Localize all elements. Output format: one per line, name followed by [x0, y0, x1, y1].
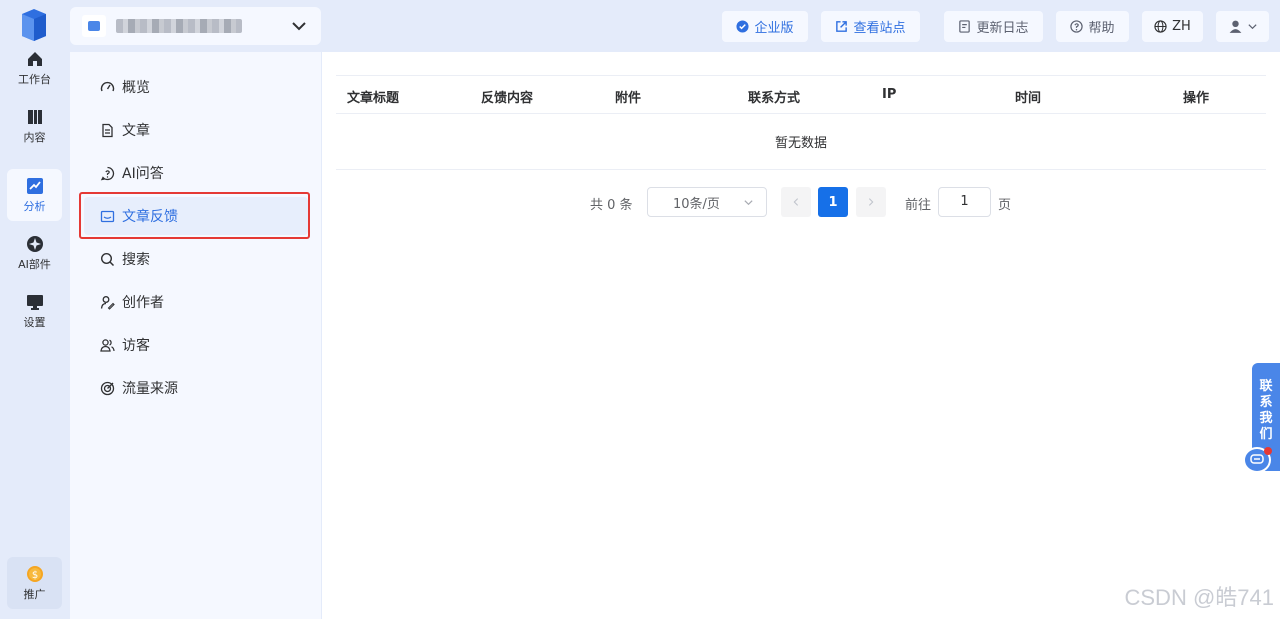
book-icon: [27, 109, 42, 124]
contact-char: 我: [1259, 411, 1273, 426]
changelog-button[interactable]: 更新日志: [944, 11, 1043, 42]
chat-bubble-button[interactable]: [1243, 447, 1272, 473]
page-unit-label: 页: [998, 198, 1012, 213]
rail-item-label: 内容: [23, 130, 46, 144]
chevron-down-icon: [1247, 24, 1257, 30]
gauge-icon: [100, 81, 115, 91]
help-button[interactable]: 帮助: [1056, 11, 1129, 42]
next-page-button[interactable]: [856, 187, 886, 217]
subnav-item-label: 文章反馈: [122, 209, 178, 225]
subnav-item-visitors[interactable]: 访客: [84, 326, 308, 364]
site-selector[interactable]: [70, 7, 321, 45]
pagination-total: 共 0 条: [590, 198, 633, 213]
page-size-select[interactable]: 10条/页: [647, 187, 767, 217]
contact-char: 系: [1259, 395, 1273, 410]
chat-icon: [1250, 454, 1264, 464]
subnav-item-search[interactable]: 搜索: [84, 240, 308, 278]
subnav-item-label: 访客: [122, 338, 150, 354]
left-rail: 工作台 内容 分析 AI部件 设置 $ 推广: [0, 0, 69, 619]
rail-item-settings[interactable]: 设置: [7, 285, 62, 337]
column-header: 时间: [1015, 91, 1042, 106]
help-label: 帮助: [1088, 21, 1115, 36]
watermark: CSDN @皓741: [1124, 585, 1275, 610]
coin-icon: $: [26, 565, 43, 582]
external-link-icon: [836, 21, 848, 32]
subnav-item-ai-qa[interactable]: AI问答: [84, 154, 308, 192]
language-label: ZH: [1172, 19, 1191, 34]
feedback-icon: [100, 210, 115, 222]
rail-item-label: 工作台: [18, 72, 51, 86]
author-icon: [100, 295, 115, 310]
rail-item-label: AI部件: [18, 257, 51, 271]
subnav-item-creators[interactable]: 创作者: [84, 283, 308, 321]
chevron-right-icon: [868, 198, 874, 206]
subnav-item-label: 创作者: [122, 295, 164, 311]
enterprise-label: 企业版: [754, 21, 794, 36]
page-size-value: 10条/页: [673, 196, 720, 212]
site-logo: [82, 15, 106, 37]
chart-icon: [26, 177, 43, 194]
goto-page-input[interactable]: 1: [938, 187, 991, 217]
changelog-icon: [959, 20, 971, 33]
column-header: IP: [882, 87, 897, 102]
subnav-item-traffic-sources[interactable]: 流量来源: [84, 369, 308, 407]
contact-char: 们: [1259, 427, 1273, 442]
subnav-item-label: 搜索: [122, 252, 150, 268]
enterprise-button[interactable]: 企业版: [722, 11, 808, 42]
visitors-icon: [100, 338, 115, 352]
goto-label: 前往: [905, 198, 932, 213]
home-icon: [27, 51, 42, 66]
column-header: 附件: [615, 91, 642, 106]
changelog-label: 更新日志: [976, 21, 1029, 36]
rail-item-content[interactable]: 内容: [7, 100, 62, 152]
globe-icon: [1154, 20, 1167, 33]
svg-text:$: $: [31, 570, 37, 581]
main-content: 文章标题 反馈内容 附件 联系方式 IP 时间 操作 暂无数据 共 0 条 10…: [322, 52, 1280, 619]
contact-char: 联: [1259, 379, 1273, 394]
document-icon: [102, 123, 113, 137]
prev-page-button[interactable]: [781, 187, 811, 217]
rail-item-analytics[interactable]: 分析: [7, 169, 62, 221]
subnav-item-articles[interactable]: 文章: [84, 111, 308, 149]
column-header: 联系方式: [748, 91, 801, 106]
subnav-item-label: 流量来源: [122, 381, 178, 397]
subnav-item-article-feedback[interactable]: 文章反馈: [84, 197, 308, 235]
target-icon: [100, 381, 115, 395]
subnav-item-label: 概览: [122, 80, 150, 96]
chevron-down-icon: [292, 22, 306, 31]
user-menu-button[interactable]: [1216, 11, 1269, 42]
app-logo-icon[interactable]: [20, 8, 48, 42]
pagination: 共 0 条 10条/页 1 前往 1 页: [590, 187, 1030, 217]
view-site-label: 查看站点: [853, 21, 906, 36]
rail-item-label: 分析: [23, 199, 46, 213]
empty-state: 暂无数据: [336, 114, 1266, 170]
search-icon: [100, 252, 115, 266]
user-icon: [1229, 20, 1241, 33]
page-number-current[interactable]: 1: [818, 187, 848, 217]
help-icon: [1070, 20, 1084, 33]
rail-item-promote[interactable]: $ 推广: [7, 557, 62, 609]
chevron-down-icon: [744, 200, 753, 206]
rail-item-label: 推广: [23, 587, 46, 601]
subnav-item-overview[interactable]: 概览: [84, 68, 308, 106]
column-header: 文章标题: [347, 91, 400, 106]
analytics-subnav: 概览 文章 AI问答 文章反馈 搜索 创作者 访客 流量来源: [70, 52, 321, 619]
site-name-blurred: [116, 19, 242, 33]
question-icon: [100, 166, 115, 180]
ai-widget-icon: [26, 235, 43, 252]
view-site-button[interactable]: 查看站点: [821, 11, 920, 42]
subnav-item-label: AI问答: [122, 166, 164, 182]
rail-item-ai-widget[interactable]: AI部件: [7, 227, 62, 279]
rail-item-label: 设置: [23, 315, 46, 329]
language-button[interactable]: ZH: [1142, 11, 1203, 42]
column-header: 操作: [1183, 91, 1210, 106]
rail-item-workbench[interactable]: 工作台: [7, 42, 62, 94]
column-header: 反馈内容: [481, 91, 534, 106]
feedback-table: 文章标题 反馈内容 附件 联系方式 IP 时间 操作 暂无数据: [336, 75, 1266, 170]
monitor-icon: [26, 294, 43, 310]
subnav-item-label: 文章: [122, 123, 150, 139]
table-header: 文章标题 反馈内容 附件 联系方式 IP 时间 操作: [336, 75, 1266, 114]
chevron-left-icon: [793, 198, 799, 206]
check-circle-icon: [736, 20, 750, 33]
